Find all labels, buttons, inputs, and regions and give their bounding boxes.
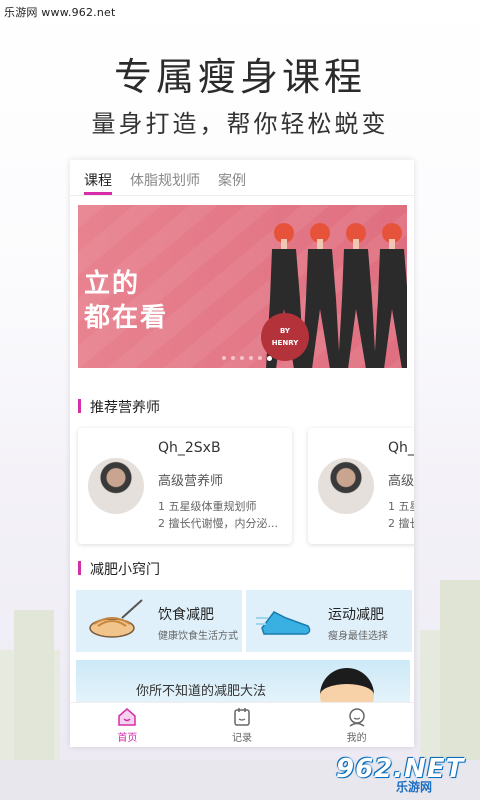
profile-icon [348, 708, 365, 727]
app-screen: 课程 体脂规划师 案例 BY HENRY 立的 都在看 推荐营养师 Qh_2Sx… [70, 160, 414, 747]
carousel-indicator [222, 356, 272, 361]
nutritionist-section-title: 推荐营养师 [78, 397, 160, 417]
nutritionist-name: Qh_2SxB [158, 440, 221, 456]
exercise-tip-card[interactable]: 运动减肥 瘦身最佳选择 [246, 590, 412, 652]
noodle-bowl-icon [89, 599, 143, 638]
record-icon [234, 708, 250, 726]
nutritionist-card[interactable]: Qh_2SxB 高级营养师 1 五星级体重规划师 2 擅长代谢慢，内分泌... [78, 428, 292, 544]
home-icon [118, 708, 137, 726]
diet-tip-card[interactable]: 饮食减肥 健康饮食生活方式 [76, 590, 242, 652]
nav-record[interactable]: 记录 [185, 703, 300, 747]
tips-section-title: 减肥小窍门 [78, 559, 160, 579]
nutritionist-role: 高级营养师 [158, 474, 224, 489]
exercise-tip-subtitle: 瘦身最佳选择 [328, 631, 388, 642]
weight-loss-secret-banner[interactable]: 你所不知道的减肥大法 [76, 660, 410, 722]
nav-home[interactable]: 首页 [70, 703, 185, 747]
watermark-text: 乐游网 www.962.net [4, 6, 116, 19]
nutritionist-detail-1: 1 五星 [388, 500, 414, 513]
nutritionist-detail-2: 2 擅长 [388, 517, 414, 530]
promo-headline: 专属瘦身课程 [113, 55, 366, 99]
site-logo: 962.NET 乐游网 [336, 752, 474, 796]
secret-banner-text: 你所不知道的减肥大法 [136, 684, 267, 699]
exercise-tip-title: 运动减肥 [328, 607, 384, 623]
nutritionist-detail-1: 1 五星级体重规划师 [158, 500, 257, 513]
nav-record-label: 记录 [232, 733, 252, 744]
nutritionist-role: 高级 [388, 474, 414, 489]
tab-cases[interactable]: 案例 [218, 160, 246, 195]
carousel-dot[interactable] [258, 356, 262, 360]
carousel-dot[interactable] [240, 356, 244, 360]
nutritionist-card[interactable]: Qh_ 高级 1 五星 2 擅长 [308, 428, 414, 544]
promo-subheadline: 量身打造，帮你轻松蜕变 [91, 110, 389, 138]
bottom-navigation: 首页 记录 我的 [70, 702, 414, 747]
stamp-line2: HENRY [271, 339, 299, 347]
carousel-dot-active[interactable] [267, 356, 272, 361]
nav-home-label: 首页 [117, 733, 138, 744]
carousel-dot[interactable] [231, 356, 235, 360]
nutritionist-detail-2: 2 擅长代谢慢，内分泌... [158, 517, 278, 530]
sneaker-icon [256, 611, 311, 635]
stamp-line1: BY [279, 327, 291, 335]
tab-body-fat-planner[interactable]: 体脂规划师 [130, 160, 200, 195]
tab-course[interactable]: 课程 [84, 160, 112, 195]
carousel-dot[interactable] [249, 356, 253, 360]
nutritionist-name: Qh_ [388, 440, 414, 456]
banner-line2: 都在看 [84, 303, 169, 333]
avatar [318, 458, 374, 514]
banner-line1: 立的 [84, 269, 141, 299]
banner-caption: 立的 都在看 [78, 267, 178, 335]
nav-profile[interactable]: 我的 [299, 703, 414, 747]
banner-stamp: BY HENRY [261, 313, 309, 361]
nav-profile-label: 我的 [346, 733, 367, 744]
carousel-dot[interactable] [222, 356, 226, 360]
diet-tip-subtitle: 健康饮食生活方式 [158, 631, 238, 642]
avatar [88, 458, 144, 514]
diet-tip-title: 饮食减肥 [158, 607, 214, 623]
promo-banner[interactable]: BY HENRY 立的 都在看 [78, 205, 407, 368]
top-tab-bar: 课程 体脂规划师 案例 [70, 160, 414, 196]
site-logo-subtext: 乐游网 [396, 780, 433, 794]
